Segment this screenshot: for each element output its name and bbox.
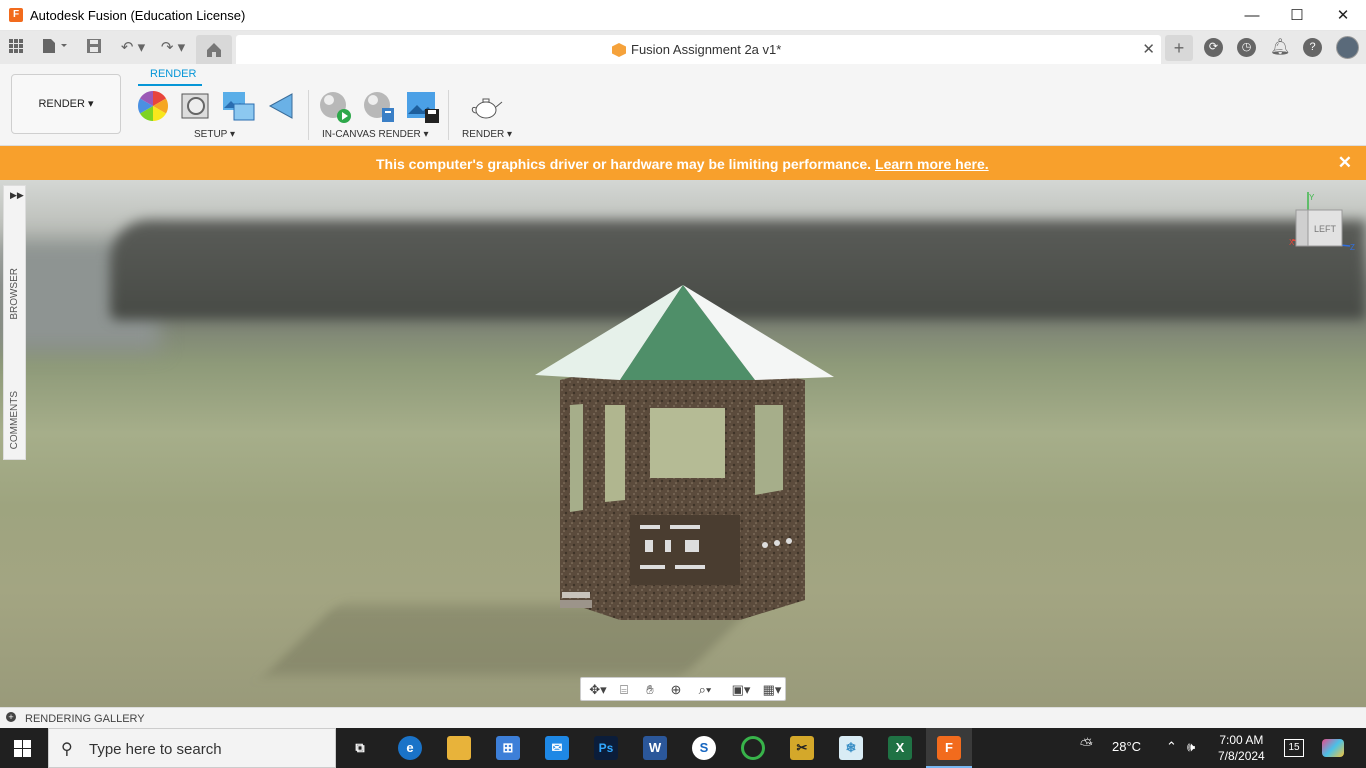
windows-taskbar: ⚲ Type here to search ⧉ e ⊞ ✉ Ps W S ✂ ❄…: [0, 728, 1366, 768]
copilot-icon[interactable]: [1322, 739, 1344, 757]
rendering-gallery-bar[interactable]: + RENDERING GALLERY: [0, 707, 1366, 728]
close-window-button[interactable]: ✕: [1320, 0, 1366, 31]
document-tab-label: Fusion Assignment 2a v1*: [631, 42, 782, 57]
save-icon[interactable]: [84, 38, 104, 58]
minimize-button[interactable]: —: [1229, 0, 1275, 31]
close-banner-icon[interactable]: ✕: [1338, 153, 1352, 173]
photoshop-icon[interactable]: Ps: [594, 736, 618, 760]
pan-hand-icon[interactable]: ✋︎: [641, 682, 659, 698]
maximize-button[interactable]: ☐: [1274, 0, 1320, 31]
clock-time: 7:00 AM: [1219, 733, 1264, 747]
show-hidden-icons[interactable]: ⌃: [1166, 739, 1177, 755]
in-canvas-render-icon[interactable]: [318, 90, 351, 123]
tab-render[interactable]: RENDER: [150, 68, 196, 80]
learn-more-link[interactable]: Learn more here.: [875, 156, 989, 172]
fusion-taskbar-icon[interactable]: F: [937, 736, 961, 760]
grid-settings-icon[interactable]: ▦▾: [759, 682, 785, 698]
rendering-gallery-label: RENDERING GALLERY: [25, 713, 145, 725]
file-menu-icon[interactable]: [40, 38, 70, 58]
notifications-bell-icon[interactable]: 🔔︎: [1270, 38, 1290, 57]
notification-center-icon[interactable]: 15: [1284, 739, 1304, 757]
close-tab-icon[interactable]: ✕: [1142, 40, 1155, 58]
fusion-app-icon: F: [9, 8, 23, 22]
search-icon: ⚲: [61, 741, 73, 758]
skype-icon[interactable]: S: [692, 736, 716, 760]
scene-settings-icon[interactable]: [180, 90, 212, 122]
view-cube-face-label: LEFT: [1314, 224, 1337, 234]
task-view-icon[interactable]: ⧉: [348, 736, 372, 760]
notification-count: 15: [1288, 742, 1300, 753]
help-icon[interactable]: ?: [1303, 38, 1322, 57]
app-grid-icon[interactable]: [6, 38, 26, 58]
group-divider: [448, 90, 449, 140]
taskbar-search-box[interactable]: ⚲ Type here to search: [48, 728, 336, 768]
look-at-icon[interactable]: ⌸: [615, 682, 633, 698]
in-canvas-render-group-label[interactable]: IN-CANVAS RENDER ▾: [322, 129, 429, 140]
capture-image-icon[interactable]: [406, 90, 439, 123]
document-tab[interactable]: Fusion Assignment 2a v1* ✕: [236, 35, 1161, 64]
zoom-icon[interactable]: ⊕: [667, 682, 685, 698]
toolbar-ribbon: RENDER ▾ RENDER SETUP ▾ IN-CANVAS RENDER…: [0, 64, 1366, 146]
render-canvas[interactable]: [0, 180, 1366, 707]
redo-icon[interactable]: ↷ ▾: [158, 38, 188, 58]
workspace-label: RENDER: [38, 98, 85, 110]
group-divider: [308, 90, 309, 140]
excel-icon[interactable]: X: [888, 736, 912, 760]
tools-app-icon[interactable]: ✂: [790, 736, 814, 760]
fit-window-icon[interactable]: ⌕▾: [691, 682, 719, 698]
windows-start-icon[interactable]: [14, 740, 31, 757]
search-placeholder: Type here to search: [89, 741, 222, 758]
y-axis-label: Y: [1309, 193, 1315, 202]
edge-browser-icon[interactable]: e: [398, 736, 422, 760]
title-bar: F Autodesk Fusion (Education License) — …: [0, 0, 1366, 31]
decal-icon[interactable]: [266, 90, 298, 122]
x-axis-label: X: [1289, 238, 1295, 247]
file-explorer-icon[interactable]: [447, 736, 471, 760]
side-panel-collapsed: ▶▶ BROWSER COMMENTS: [3, 185, 26, 460]
undo-icon[interactable]: ↶ ▾: [118, 38, 148, 58]
user-avatar[interactable]: [1336, 36, 1359, 59]
job-status-icon[interactable]: ◷: [1237, 38, 1256, 57]
navigation-toolbar: ✥▾ ⌸ ✋︎ ⊕ ⌕▾ ▣▾ ▦▾: [580, 677, 786, 701]
texture-map-icon[interactable]: [222, 90, 255, 122]
weather-temperature[interactable]: 28°C: [1112, 739, 1141, 754]
window-title: Autodesk Fusion (Education License): [30, 8, 246, 23]
design-document-icon: [612, 43, 626, 57]
clock-date: 7/8/2024: [1218, 749, 1265, 763]
setup-group-label[interactable]: SETUP ▾: [194, 129, 235, 140]
view-cube[interactable]: LEFT Y X Z: [1288, 192, 1358, 254]
gazebo-model[interactable]: [0, 180, 1366, 707]
display-settings-icon[interactable]: ▣▾: [727, 682, 755, 698]
appearance-icon[interactable]: [137, 90, 169, 122]
snowflake-app-icon[interactable]: ❄: [839, 736, 863, 760]
green-app-icon[interactable]: [741, 736, 765, 760]
weather-cloud-icon[interactable]: ⛅︎: [1080, 737, 1093, 755]
expand-gallery-icon[interactable]: +: [6, 712, 16, 722]
microsoft-store-icon[interactable]: ⊞: [496, 736, 520, 760]
render-teapot-icon[interactable]: [470, 90, 503, 122]
workspace-switcher[interactable]: RENDER ▾: [11, 74, 121, 134]
volume-icon[interactable]: 🕪︎: [1187, 739, 1195, 755]
system-clock[interactable]: 7:00 AM 7/8/2024: [1218, 732, 1265, 764]
new-tab-button[interactable]: +: [1165, 35, 1193, 61]
warning-message: This computer's graphics driver or hardw…: [376, 156, 872, 172]
browser-panel-tab[interactable]: BROWSER: [9, 268, 20, 320]
active-tab-indicator: [138, 84, 202, 86]
comments-panel-tab[interactable]: COMMENTS: [9, 391, 20, 449]
home-button[interactable]: [196, 35, 232, 64]
orbit-icon[interactable]: ✥▾: [584, 682, 612, 698]
in-canvas-render-settings-icon[interactable]: [362, 90, 394, 122]
expand-panel-icon[interactable]: ▶▶: [10, 190, 24, 201]
performance-warning-banner: This computer's graphics driver or hardw…: [0, 146, 1366, 180]
mail-icon[interactable]: ✉: [545, 736, 569, 760]
document-tab-bar: ↶ ▾ ↷ ▾ Fusion Assignment 2a v1* ✕ + ⟳ ◷…: [0, 31, 1366, 64]
render-group-label[interactable]: RENDER ▾: [462, 129, 512, 140]
word-icon[interactable]: W: [643, 736, 667, 760]
extensions-icon[interactable]: ⟳: [1204, 38, 1223, 57]
z-axis-label: Z: [1350, 243, 1355, 252]
